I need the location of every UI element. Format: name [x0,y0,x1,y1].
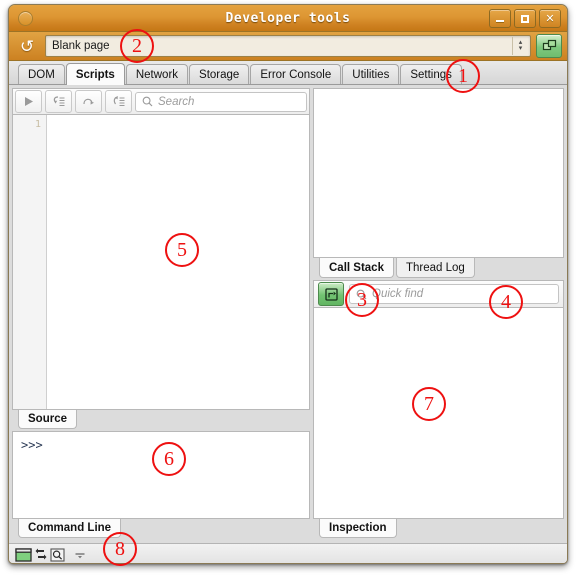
play-icon [25,97,33,106]
close-button[interactable]: ✕ [539,9,561,28]
source-tabrow: Source [12,410,310,431]
tab-source[interactable]: Source [18,410,77,429]
window-menu-icon[interactable] [18,11,33,26]
reload-button[interactable]: ↺ [14,34,40,58]
maximize-icon [521,14,529,23]
left-pane: Search 1 Source >>> Command Line [12,88,310,540]
inspection-panel[interactable] [313,307,564,519]
maximize-button[interactable] [514,9,536,28]
step-into-icon [53,96,65,107]
tab-call-stack[interactable]: Call Stack [319,258,394,278]
callstack-tabrow: Call Stack Thread Log [313,258,564,280]
tab-settings[interactable]: Settings [400,64,462,84]
step-out-button[interactable] [105,90,132,113]
minimize-icon [496,20,504,22]
screenshot-root: Developer tools ✕ ↺ Blank page ▴ ▾ DOM S… [0,0,578,579]
quick-find-placeholder: Quick find [372,288,424,300]
commandline-tabrow: Command Line [12,519,310,540]
tab-dom[interactable]: DOM [18,64,65,84]
continue-button[interactable] [15,90,42,113]
window-controls: ✕ [489,9,561,28]
reload-icon: ↺ [19,36,35,56]
tab-command-line[interactable]: Command Line [18,519,122,538]
quick-find-input[interactable]: Quick find [349,284,559,304]
inspection-mode-button[interactable] [318,282,344,306]
devtools-body: DOM Scripts Network Storage Error Consol… [9,61,567,563]
tab-error-console[interactable]: Error Console [250,64,342,84]
transfer-arrows-icon[interactable] [35,548,47,562]
right-pane: Call Stack Thread Log Quick find Inspect… [313,88,564,540]
window-title: Developer tools [225,10,351,26]
window-icon[interactable] [15,547,32,562]
page-select-value: Blank page [52,40,110,52]
inspection-toolbar: Quick find [313,280,564,307]
step-over-button[interactable] [75,90,102,113]
line-number: 1 [34,119,41,130]
tab-network[interactable]: Network [125,64,189,84]
chevron-updown-icon[interactable]: ▴ ▾ [512,37,528,55]
tab-inspection[interactable]: Inspection [319,519,397,538]
main-tabstrip: DOM Scripts Network Storage Error Consol… [9,61,567,85]
script-search-placeholder: Search [158,95,195,108]
collapse-icon[interactable] [74,549,86,561]
line-number-gutter: 1 [13,115,47,409]
source-code-area[interactable] [47,115,309,409]
script-debug-toolbar: Search [12,88,310,114]
script-search-input[interactable]: Search [135,91,307,112]
inspect-element-icon [324,287,338,301]
minimize-button[interactable] [489,9,511,28]
page-select-combobox[interactable]: Blank page ▴ ▾ [45,35,531,57]
inspection-tabrow: Inspection [313,519,564,540]
address-toolbar: ↺ Blank page ▴ ▾ [9,32,567,61]
tab-scripts[interactable]: Scripts [65,63,125,85]
step-over-icon [83,98,94,105]
status-bar [9,543,567,563]
tab-utilities[interactable]: Utilities [342,64,400,84]
step-into-button[interactable] [45,90,72,113]
detach-window-button[interactable] [536,34,562,58]
close-icon: ✕ [545,12,555,25]
window-titlebar: Developer tools ✕ [9,5,567,32]
search-icon [356,289,367,299]
developer-tools-window: Developer tools ✕ ↺ Blank page ▴ ▾ DOM S… [8,4,568,564]
step-out-icon [113,96,125,107]
command-prompt: >>> [21,438,43,452]
tab-storage[interactable]: Storage [189,64,250,84]
tab-thread-log[interactable]: Thread Log [395,258,475,278]
command-line-input[interactable]: >>> [12,431,310,519]
call-stack-list[interactable] [313,88,564,258]
source-editor[interactable]: 1 [12,114,310,410]
search-icon [142,96,153,107]
detach-windows-icon [542,39,556,50]
panel-split: Search 1 Source >>> Command Line Call St… [9,85,567,543]
chevron-down-icon: ▾ [518,45,523,52]
magnifier-icon[interactable] [50,547,65,562]
